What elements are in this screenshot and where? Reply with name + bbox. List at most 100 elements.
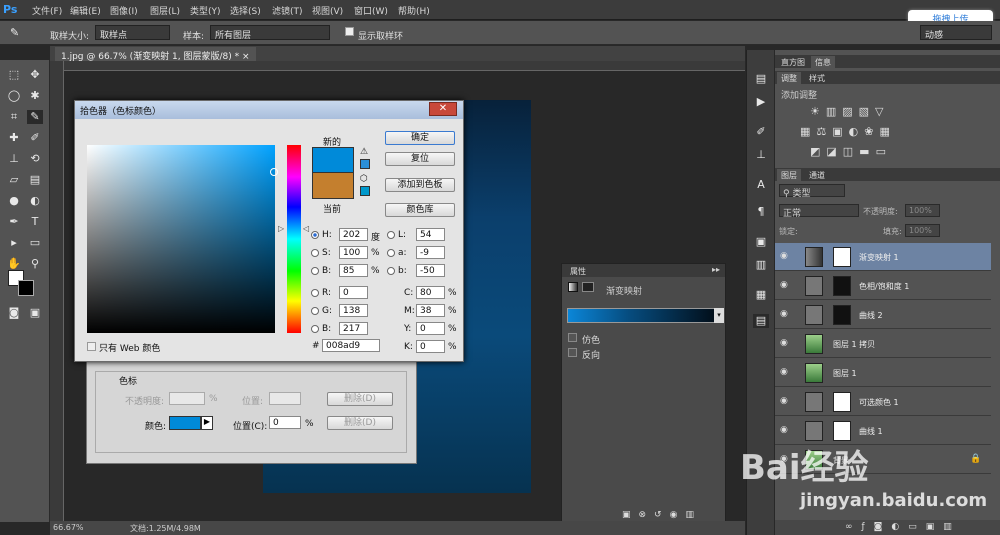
menu-window[interactable]: 窗口(W) [354, 4, 388, 17]
eyedropper-tool-icon[interactable]: ✎ [27, 110, 43, 124]
radio-r[interactable] [311, 289, 319, 297]
saturation-brightness-field[interactable] [87, 145, 278, 333]
sv-cursor[interactable] [270, 168, 278, 176]
radio-h[interactable] [311, 231, 319, 239]
shape-icon[interactable]: ▭ [27, 236, 43, 250]
reset-button[interactable]: 复位 [385, 152, 455, 166]
menu-file[interactable]: 文件(F) [32, 4, 62, 17]
layer-row[interactable]: ◉ 色相/饱和度 1 [775, 272, 991, 300]
menu-layer[interactable]: 图层(L) [150, 4, 180, 17]
gamut-swatch[interactable] [360, 159, 370, 169]
sample-size-select[interactable]: 取样点 [95, 25, 170, 40]
tool-presets-icon[interactable]: ▥ [753, 258, 769, 272]
radio-g[interactable] [311, 307, 319, 315]
clone-source-icon[interactable]: ⊥ [753, 148, 769, 162]
gradient-icon[interactable]: ▤ [27, 173, 43, 187]
radio-a[interactable] [387, 249, 395, 257]
b-field[interactable]: 85 [339, 264, 368, 277]
delete-color-stop-button[interactable]: 删除(D) [327, 416, 393, 430]
properties-tab[interactable]: 属性 [566, 265, 590, 278]
gradient-bar[interactable] [567, 308, 719, 323]
color-libraries-button[interactable]: 颜色库 [385, 203, 455, 217]
position-field[interactable] [269, 392, 301, 405]
web-only-checkbox[interactable] [87, 342, 96, 351]
history-brush-icon[interactable]: ⟲ [27, 152, 43, 166]
k-field[interactable]: 0 [416, 340, 445, 353]
s-field[interactable]: 100 [339, 246, 368, 259]
blue-field[interactable]: 217 [339, 322, 368, 335]
c-field[interactable]: 80 [416, 286, 445, 299]
mask-thumb[interactable] [833, 421, 851, 441]
brush-panel-icon[interactable]: ✐ [753, 125, 769, 139]
position-c-field[interactable]: 0 [269, 416, 301, 429]
adjustment-icons-row-1[interactable]: ☀▥▨▧▽ [810, 105, 890, 118]
adjustment-icons-row-2[interactable]: ▦⚖▣◐❀▦ [800, 125, 896, 138]
tab-info[interactable]: 信息 [811, 56, 835, 69]
stamp-icon[interactable]: ⊥ [6, 152, 22, 166]
dither-checkbox[interactable] [568, 333, 577, 342]
radio-s[interactable] [311, 249, 319, 257]
layer-opacity-field[interactable]: 100% [905, 204, 940, 217]
show-ring-checkbox[interactable] [345, 27, 354, 36]
blend-mode-select[interactable]: 正常 [779, 204, 859, 219]
web-safe-swatch[interactable] [360, 186, 370, 196]
radio-b[interactable] [311, 267, 319, 275]
move-icon[interactable]: ✥ [27, 68, 43, 82]
fill-field[interactable]: 100% [905, 224, 940, 237]
eye-icon[interactable]: ◉ [780, 309, 788, 319]
menu-image[interactable]: 图像(I) [110, 4, 138, 17]
g-field[interactable]: 138 [339, 304, 368, 317]
ok-button[interactable]: 确定 [385, 131, 455, 145]
current-color-swatch[interactable] [312, 173, 354, 199]
lab-b-field[interactable]: -50 [416, 264, 445, 277]
dodge-icon[interactable]: ◐ [27, 194, 43, 208]
tab-histogram[interactable]: 直方图 [777, 56, 809, 69]
quick-mask-icon[interactable]: ◙ [6, 306, 22, 320]
radio-l[interactable] [387, 231, 395, 239]
type-icon[interactable]: T [27, 215, 43, 229]
layer-row[interactable]: ◉ 图层 1 拷贝 [775, 330, 991, 358]
background-color-swatch[interactable] [18, 280, 34, 296]
hue-slider-right-arrow-icon[interactable]: ◁ [303, 224, 309, 233]
hand-icon[interactable]: ✋ [6, 257, 22, 271]
menu-filter[interactable]: 滤镜(T) [272, 4, 303, 17]
blur-icon[interactable]: ● [6, 194, 22, 208]
layer-row[interactable]: ◉ 曲线 2 [775, 301, 991, 329]
eye-icon[interactable]: ◉ [780, 396, 788, 406]
eye-icon[interactable]: ◉ [780, 338, 788, 348]
layer-row[interactable]: ◉ 可选颜色 1 [775, 388, 991, 416]
add-to-swatches-button[interactable]: 添加到色板 [385, 178, 455, 192]
radio-lab-b[interactable] [387, 267, 395, 275]
mask-icon[interactable] [582, 282, 594, 292]
tab-styles[interactable]: 样式 [805, 72, 829, 85]
lasso-icon[interactable]: ◯ [6, 89, 22, 103]
brush-icon[interactable]: ✐ [27, 131, 43, 145]
close-icon[interactable]: ✕ [429, 102, 457, 116]
tab-adjustments[interactable]: 调整 [777, 72, 801, 85]
zoom-icon[interactable]: ⚲ [27, 257, 43, 271]
stop-color-swatch[interactable] [169, 416, 201, 430]
pen-icon[interactable]: ✒ [6, 215, 22, 229]
crop-icon[interactable]: ⌗ [6, 110, 22, 124]
paragraph-panel-icon[interactable]: ¶ [753, 205, 769, 219]
m-field[interactable]: 38 [416, 304, 445, 317]
path-select-icon[interactable]: ▸ [6, 236, 22, 250]
gamut-warning-icon[interactable]: ⚠ [360, 147, 368, 157]
sample-select[interactable]: 所有图层 [210, 25, 330, 40]
hex-field[interactable]: 008ad9 [322, 339, 380, 352]
layer-row[interactable]: ◉ 渐变映射 1 [775, 243, 991, 271]
actions-panel-icon[interactable]: ▶ [753, 95, 769, 109]
eye-icon[interactable]: ◉ [780, 251, 788, 261]
r-field[interactable]: 0 [339, 286, 368, 299]
color-menu-arrow-icon[interactable]: ▶ [201, 416, 213, 430]
magic-wand-icon[interactable]: ✱ [27, 89, 43, 103]
eyedropper-icon[interactable]: ✎ [10, 26, 19, 39]
kind-filter-select[interactable]: ⚲ 类型 [779, 184, 845, 199]
swatches-panel-icon[interactable]: ▦ [753, 288, 769, 302]
menu-help[interactable]: 帮助(H) [398, 4, 430, 17]
layer-row[interactable]: ◉ 图层 1 [775, 359, 991, 387]
history-panel-icon[interactable]: ▤ [753, 72, 769, 86]
menu-edit[interactable]: 编辑(E) [70, 4, 101, 17]
document-tab[interactable]: 1.jpg @ 66.7% (渐变映射 1, 图层蒙版/8) * × [55, 47, 256, 62]
workspace-select[interactable]: 动感 [920, 25, 992, 40]
